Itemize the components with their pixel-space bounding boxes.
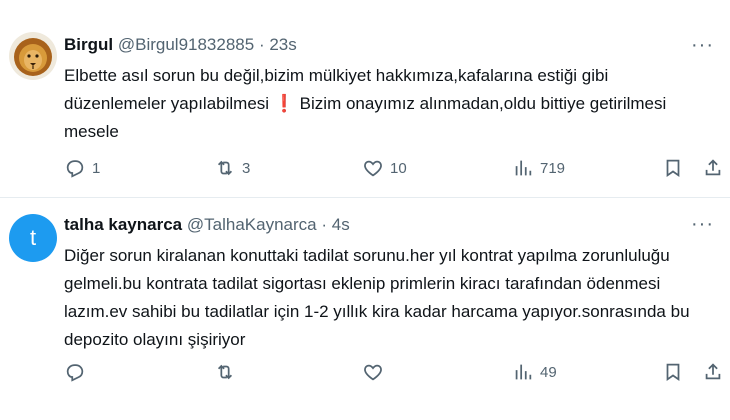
- views-chart-icon: [515, 160, 532, 176]
- user-handle[interactable]: @Birgul91832885: [118, 35, 254, 54]
- tweet[interactable]: t talha kaynarca @TalhaKaynarca · 4s ···…: [0, 198, 730, 420]
- retweet-count: 3: [242, 159, 251, 177]
- view-count: 719: [540, 159, 566, 177]
- share-icon: [705, 363, 721, 380]
- display-name[interactable]: Birgul: [64, 35, 113, 54]
- bookmark-button[interactable]: [662, 361, 684, 383]
- lion-avatar-icon: [9, 32, 57, 80]
- bookmark-button[interactable]: [662, 157, 684, 179]
- separator: ·: [258, 35, 265, 54]
- like-count: 10: [390, 159, 407, 177]
- views-chart-icon: [515, 364, 532, 380]
- exclamation-emoji: ❗: [273, 94, 295, 113]
- view-count: 49: [540, 363, 557, 381]
- retweet-button[interactable]: [214, 361, 242, 383]
- timestamp[interactable]: 23s: [269, 35, 296, 54]
- tweet-text: Diğer sorun kiralanan konuttaki tadilat …: [64, 246, 690, 349]
- bookmark-icon: [666, 363, 680, 382]
- retweet-button[interactable]: 3: [214, 157, 250, 179]
- more-options-icon[interactable]: ···: [691, 214, 714, 234]
- tweet-header: talha kaynarca @TalhaKaynarca · 4s: [64, 215, 350, 235]
- reply-icon: [66, 364, 84, 382]
- display-name[interactable]: talha kaynarca: [64, 215, 182, 234]
- user-handle[interactable]: @TalhaKaynarca: [187, 215, 317, 234]
- reply-count: 1: [92, 159, 101, 177]
- retweet-icon: [217, 160, 233, 176]
- avatar-letter: t: [29, 225, 37, 250]
- avatar[interactable]: t: [9, 214, 57, 262]
- action-bar: 49: [64, 361, 721, 385]
- separator: ·: [321, 215, 327, 234]
- share-button[interactable]: [702, 361, 724, 383]
- views-button[interactable]: 719: [512, 157, 565, 179]
- tweet-header: Birgul @Birgul91832885 · 23s: [64, 35, 297, 55]
- tweet-text: Elbette asıl sorun bu değil,bizim mülkiy…: [64, 62, 714, 146]
- reply-button[interactable]: 1: [64, 157, 100, 179]
- share-button[interactable]: [702, 157, 724, 179]
- timestamp[interactable]: 4s: [332, 215, 350, 234]
- heart-icon: [364, 364, 382, 381]
- avatar[interactable]: [9, 32, 57, 80]
- share-icon: [705, 159, 721, 176]
- like-button[interactable]: [362, 361, 390, 383]
- action-bar: 1 3 10 719: [64, 157, 721, 181]
- retweet-icon: [217, 364, 233, 380]
- reply-icon: [66, 160, 84, 178]
- views-button[interactable]: 49: [512, 361, 557, 383]
- reply-button[interactable]: [64, 361, 92, 383]
- tweet[interactable]: Birgul @Birgul91832885 · 23s ··· Elbette…: [0, 0, 730, 198]
- heart-icon: [364, 160, 382, 177]
- more-options-icon[interactable]: ···: [691, 35, 714, 55]
- bookmark-icon: [666, 159, 680, 178]
- like-button[interactable]: 10: [362, 157, 407, 179]
